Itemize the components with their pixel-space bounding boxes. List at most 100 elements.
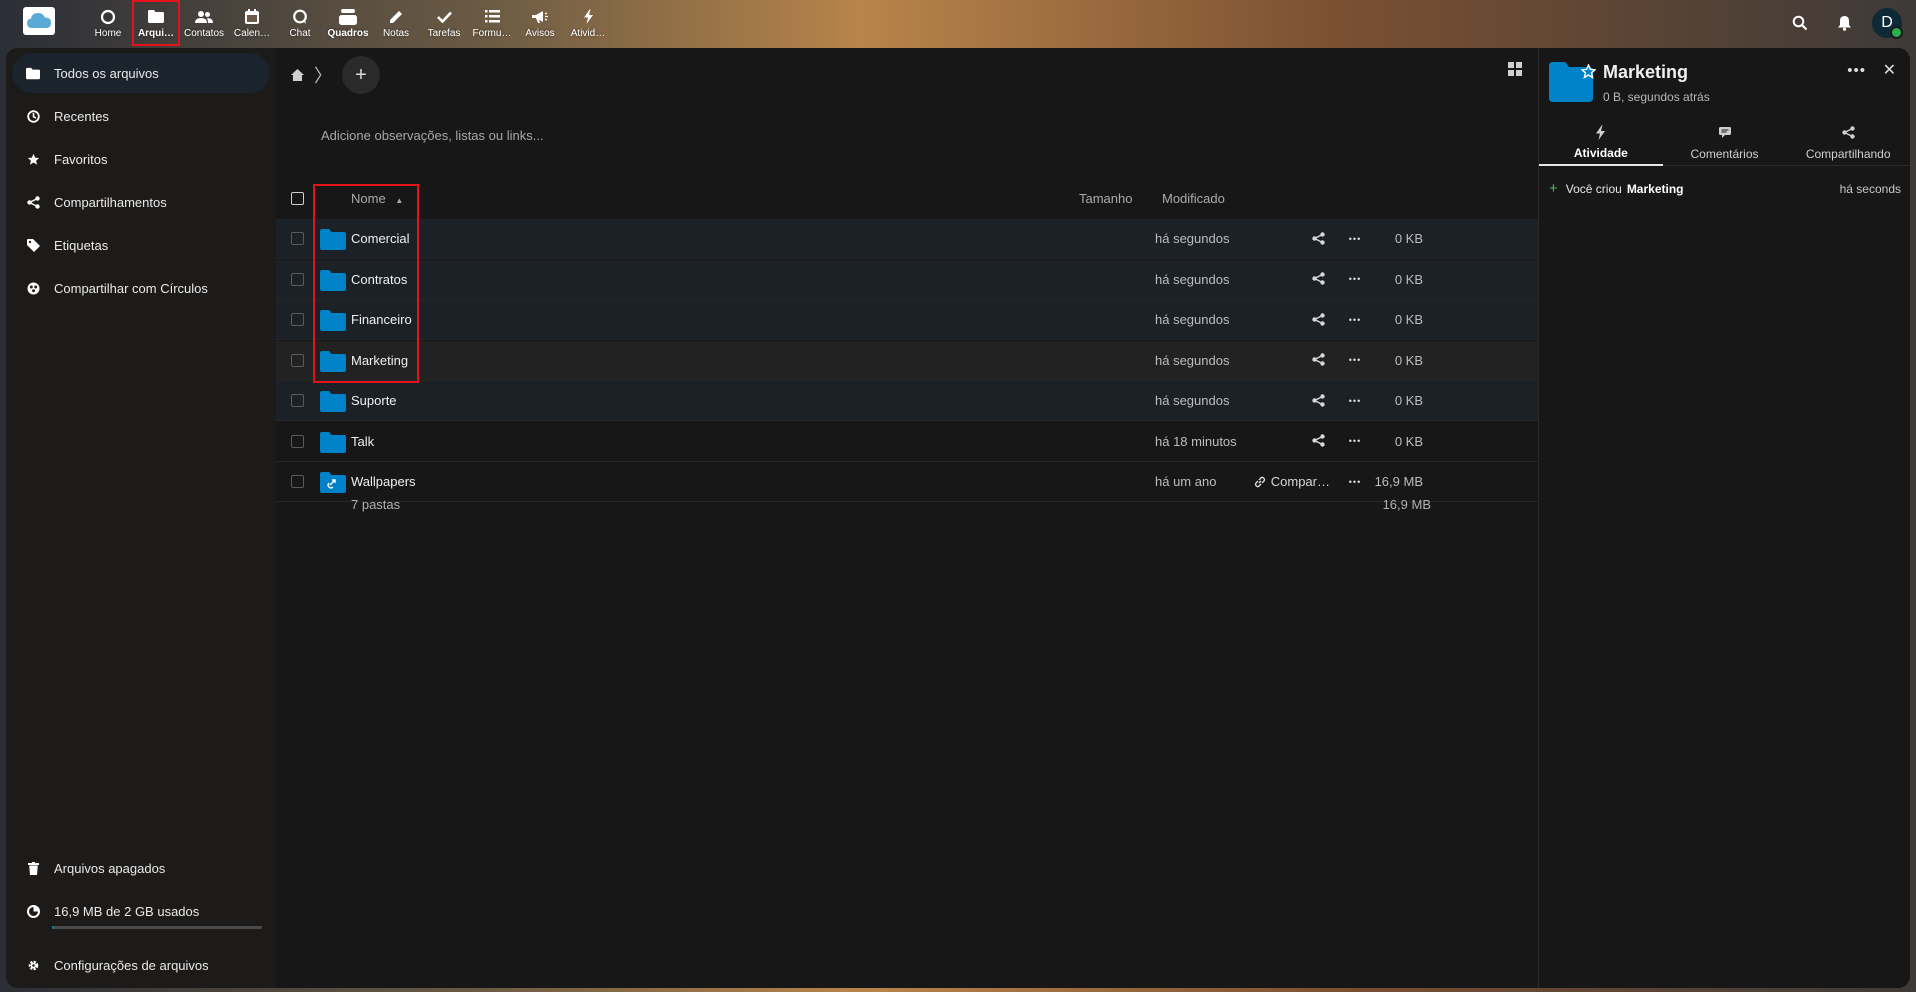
app-label: Avisos: [525, 27, 555, 39]
quota-label: 16,9 MB de 2 GB usados: [54, 903, 200, 919]
table-row[interactable]: Marketing ••• 0 KB há segundos: [276, 340, 1538, 381]
app-deck[interactable]: Quadros: [324, 0, 372, 46]
app-label: Home: [94, 27, 122, 39]
sidebar-item-label: Todos os arquivos: [54, 65, 159, 81]
share-icon[interactable]: [1312, 393, 1326, 408]
folder-icon[interactable]: [320, 310, 346, 331]
app-navigation: Home Arqui… Contatos Calen… Chat Quadros Notas…: [84, 0, 612, 46]
app-megaphone[interactable]: Avisos: [516, 0, 564, 46]
file-name[interactable]: Financeiro: [351, 312, 412, 327]
sidebar-item-quota[interactable]: 16,9 MB de 2 GB usados: [12, 891, 270, 931]
app-calendar[interactable]: Calen…: [228, 0, 276, 46]
table-header: Nome ▲ Tamanho Modificado: [276, 182, 1538, 214]
file-name[interactable]: Talk: [351, 434, 374, 449]
sidebar-item-trash[interactable]: Arquivos apagados: [12, 848, 270, 888]
row-actions-more-icon[interactable]: •••: [1347, 394, 1363, 408]
details-close-button[interactable]: ✕: [1883, 60, 1896, 80]
row-checkbox[interactable]: [291, 232, 304, 245]
pie-chart-icon: [26, 904, 40, 918]
column-size-header[interactable]: Tamanho: [1079, 191, 1132, 206]
share-icon[interactable]: [1312, 272, 1326, 286]
tab-share[interactable]: Compartilhando: [1786, 120, 1910, 166]
tab-label: Comentários: [1690, 146, 1759, 161]
share-icon[interactable]: [1312, 353, 1326, 367]
share-icon[interactable]: [1312, 231, 1326, 246]
file-name[interactable]: Marketing: [351, 353, 408, 368]
folder-icon[interactable]: [320, 391, 346, 412]
app-chat[interactable]: Chat: [276, 0, 324, 46]
table-row[interactable]: Suporte ••• 0 KB há segundos: [276, 381, 1538, 421]
tab-lightning[interactable]: Atividade: [1539, 120, 1663, 166]
plus-icon: +: [355, 63, 367, 86]
close-icon: ✕: [1882, 62, 1896, 79]
grid-view-toggle[interactable]: [1508, 62, 1526, 80]
row-checkbox[interactable]: [291, 313, 304, 326]
select-all-checkbox[interactable]: [291, 191, 304, 205]
app-forms-list[interactable]: Formu…: [468, 0, 516, 46]
new-file-button[interactable]: +: [342, 56, 380, 94]
megaphone-icon: [531, 8, 549, 26]
folder-notes-input[interactable]: Adicione observações, listas ou links...: [321, 128, 544, 143]
share-icon[interactable]: [1312, 434, 1326, 448]
column-name-header[interactable]: Nome ▲: [351, 191, 403, 206]
tab-comment[interactable]: Comentários: [1662, 120, 1787, 166]
table-row[interactable]: Comercial ••• 0 KB há segundos: [276, 219, 1538, 259]
lightning-icon: [1595, 124, 1606, 140]
table-row[interactable]: Talk ••• 0 KB há 18 minutos: [276, 422, 1538, 462]
avatar[interactable]: D: [1872, 8, 1903, 39]
sidebar-item-clock[interactable]: Recentes: [12, 96, 270, 136]
sidebar-item-circles[interactable]: Compartilhar com Círculos: [12, 268, 270, 308]
app-checkmark[interactable]: Tarefas: [420, 0, 468, 46]
row-checkbox[interactable]: [291, 272, 304, 286]
file-name[interactable]: Comercial: [351, 231, 410, 246]
trash-icon: [26, 861, 40, 875]
row-checkbox[interactable]: [291, 434, 304, 448]
breadcrumb-home[interactable]: [286, 64, 308, 86]
app-label: Chat: [289, 27, 311, 39]
summary-count: 7 pastas: [351, 497, 401, 512]
sidebar-item-star[interactable]: Favoritos: [12, 139, 270, 179]
app-folder[interactable]: Arqui…: [132, 0, 180, 46]
favorite-star-button[interactable]: [1580, 63, 1597, 84]
folder-icon[interactable]: [320, 431, 346, 453]
app-label: Notas: [382, 27, 410, 39]
search-button[interactable]: [1778, 1, 1822, 45]
row-checkbox[interactable]: [291, 394, 304, 407]
details-more-button[interactable]: •••: [1847, 62, 1866, 79]
folder-icon[interactable]: [320, 269, 346, 291]
app-lightning[interactable]: Ativid…: [564, 0, 612, 46]
row-actions-more-icon[interactable]: •••: [1347, 232, 1363, 246]
file-modified: há segundos: [1155, 271, 1230, 287]
tab-label: Compartilhando: [1805, 146, 1891, 161]
details-panel: Marketing 0 B, segundos atrás ••• ✕ Ativ…: [1538, 48, 1910, 988]
column-modified-header[interactable]: Modificado: [1162, 191, 1225, 206]
sidebar-item-folder[interactable]: Todos os arquivos: [12, 53, 270, 93]
row-actions-more-icon[interactable]: •••: [1347, 272, 1363, 286]
sidebar-item-tag[interactable]: Etiquetas: [12, 225, 270, 265]
file-name[interactable]: Contratos: [351, 272, 407, 287]
nextcloud-logo[interactable]: [23, 7, 55, 35]
sidebar-item-share[interactable]: Compartilhamentos: [12, 182, 270, 222]
star-icon: [26, 152, 40, 166]
sidebar-item-label: Compartilhamentos: [54, 194, 167, 210]
activity-object-link[interactable]: Marketing: [1627, 182, 1684, 196]
row-checkbox[interactable]: [291, 353, 304, 367]
row-actions-more-icon[interactable]: •••: [1347, 353, 1363, 367]
share-icon[interactable]: [1312, 312, 1326, 327]
share-icon: [26, 195, 40, 209]
row-actions-more-icon[interactable]: •••: [1347, 313, 1363, 327]
circles-icon: [26, 281, 40, 295]
file-modified: há segundos: [1155, 393, 1230, 408]
row-actions-more-icon[interactable]: •••: [1347, 434, 1363, 448]
notifications-button[interactable]: [1822, 1, 1866, 45]
folder-icon[interactable]: [320, 229, 346, 250]
app-pencil[interactable]: Notas: [372, 0, 420, 46]
file-name[interactable]: Suporte: [351, 393, 397, 408]
folder-icon[interactable]: [320, 350, 346, 372]
sidebar-footer: Arquivos apagados 16,9 MB de 2 GB usados…: [6, 848, 276, 988]
sidebar-item-settings[interactable]: Configurações de arquivos: [12, 945, 270, 985]
table-row[interactable]: Financeiro ••• 0 KB há segundos: [276, 300, 1538, 340]
app-home-circle[interactable]: Home: [84, 0, 132, 46]
app-contacts[interactable]: Contatos: [180, 0, 228, 46]
table-row[interactable]: Contratos ••• 0 KB há segundos: [276, 259, 1538, 300]
